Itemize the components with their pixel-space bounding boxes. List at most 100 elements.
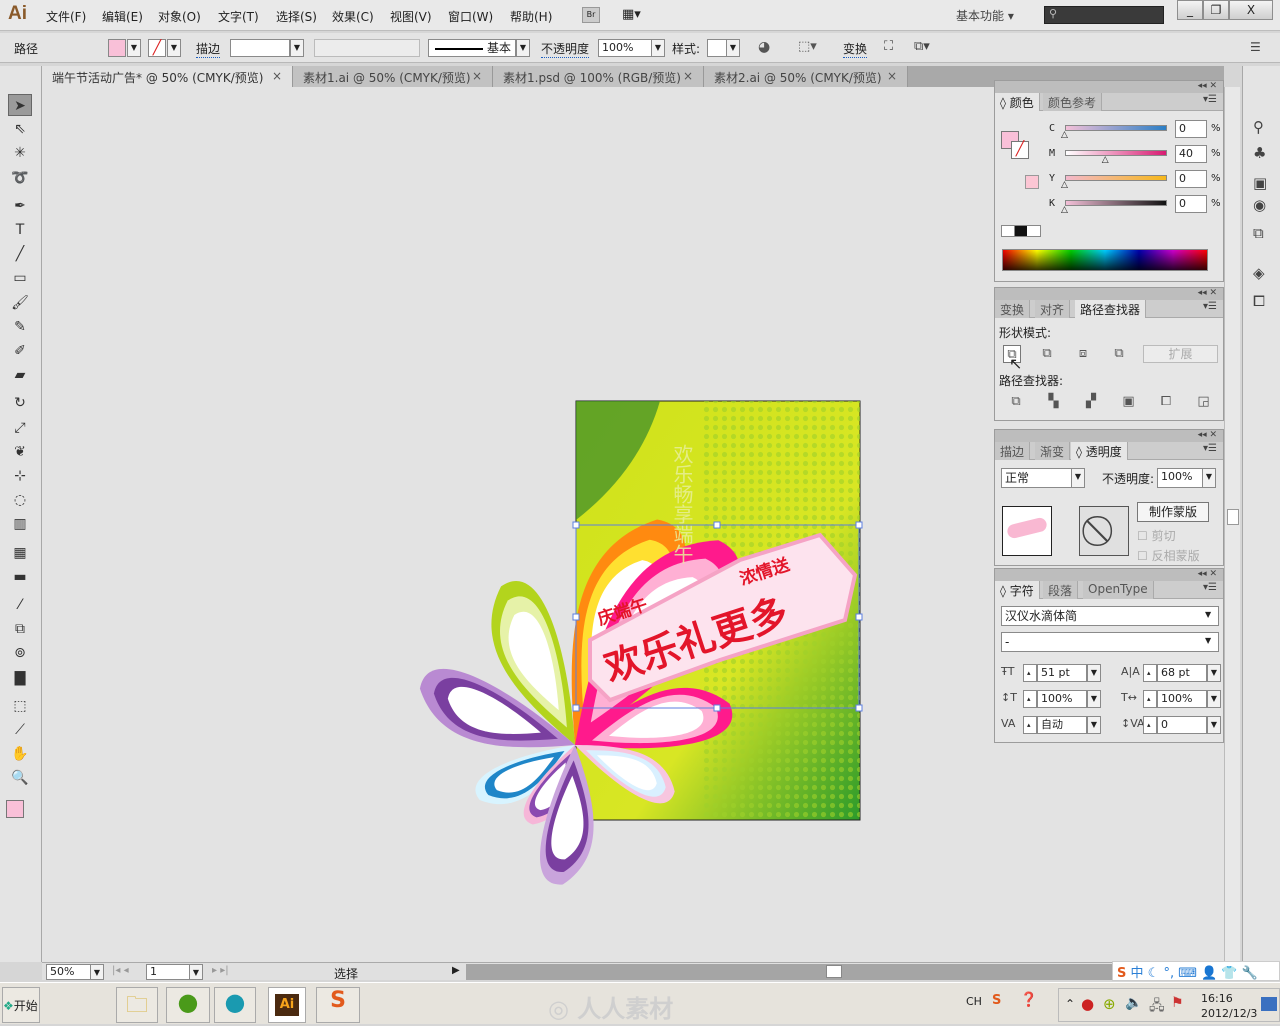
vertical-scale-stepper[interactable]: ▴ <box>1023 690 1037 708</box>
clock-time[interactable]: 16:16 <box>1201 992 1233 1005</box>
browser-taskbar-button[interactable]: ● <box>166 987 210 1023</box>
kerning-dropdown[interactable]: ▼ <box>1087 716 1101 734</box>
zoom-dropdown[interactable]: ▼ <box>90 964 104 980</box>
help-icon[interactable]: ❓ <box>1020 992 1037 1008</box>
invert-mask-checkbox[interactable]: ☐ 反相蒙版 <box>1137 547 1200 564</box>
explorer-taskbar-button[interactable]: 🗀 <box>116 987 158 1023</box>
vertical-scale-dropdown[interactable]: ▼ <box>1087 690 1101 708</box>
symbol-sprayer-tool-icon[interactable]: ⊚ <box>8 642 32 664</box>
links-icon[interactable]: ⧠ <box>1253 292 1265 310</box>
layers-icon[interactable]: ◈ <box>1253 264 1265 282</box>
panel-menu-icon[interactable]: ▾☰ <box>1203 301 1217 312</box>
channel-value-input[interactable]: 0 <box>1175 195 1207 213</box>
none-black-white-swatches[interactable] <box>1001 225 1041 237</box>
status-menu-arrow[interactable]: ▶ <box>452 965 460 976</box>
horizontal-scrollbar[interactable] <box>466 964 1224 980</box>
symbols-icon[interactable]: ♣ <box>1253 144 1266 162</box>
menu-item[interactable]: 帮助(H) <box>510 8 552 25</box>
opacity-label[interactable]: 不透明度 <box>541 40 590 58</box>
fill-swatch[interactable] <box>108 39 126 57</box>
restore-button[interactable]: ❐ <box>1203 0 1229 20</box>
blend-mode-select[interactable]: 正常 <box>1001 468 1073 488</box>
minus-back-button[interactable]: ◲ <box>1195 393 1213 411</box>
font-size-dropdown[interactable]: ▼ <box>1087 664 1101 682</box>
gradient-tool-icon[interactable]: ▬ <box>8 566 32 588</box>
action-center-icon[interactable]: ⚑ <box>1171 995 1184 1011</box>
ime-toolbar[interactable]: S 中 ☾ °, ⌨ 👤 👕 🔧 <box>1112 961 1280 981</box>
channel-value-input[interactable]: 40 <box>1175 145 1207 163</box>
illustrator-taskbar-button[interactable]: Ai <box>268 987 306 1023</box>
tab-transform[interactable]: 变换 <box>995 300 1031 318</box>
minus-front-button[interactable]: ⧉ <box>1038 345 1056 363</box>
selection-handle[interactable] <box>572 704 580 712</box>
selection-handle[interactable] <box>713 521 721 529</box>
exclude-button[interactable]: ⧉ <box>1110 345 1128 363</box>
tab-close-icon[interactable]: × <box>472 69 482 83</box>
graphic-styles-icon[interactable]: ▣ <box>1253 174 1267 192</box>
type-tool-icon[interactable]: T <box>8 219 32 241</box>
tab-close-icon[interactable]: × <box>272 69 282 83</box>
selection-handle[interactable] <box>572 521 580 529</box>
slider-thumb[interactable]: △ <box>1061 205 1068 215</box>
close-button[interactable]: X <box>1229 0 1273 20</box>
perspective-grid-tool-icon[interactable]: ▥ <box>8 513 32 535</box>
divide-button[interactable]: ⧉ <box>1007 393 1025 411</box>
warp-tool-icon[interactable]: ❦ <box>8 441 32 463</box>
tab-transparency[interactable]: ◊ 透明度 <box>1071 442 1128 460</box>
control-panel-menu-icon[interactable]: ☰ <box>1250 40 1261 54</box>
sogou-taskbar-button[interactable]: S <box>316 987 360 1023</box>
brush-definition[interactable]: 基本 <box>428 39 516 57</box>
sogou-tray-icon[interactable]: S <box>992 993 1001 1008</box>
color-spectrum[interactable] <box>1002 249 1208 271</box>
rotate-tool-icon[interactable]: ↻ <box>8 392 32 414</box>
stroke-label[interactable]: 描边 <box>196 40 221 58</box>
start-button[interactable]: ❖开始 <box>2 987 40 1023</box>
security-icon[interactable]: ⊕ <box>1103 995 1116 1013</box>
magic-wand-tool-icon[interactable]: ✳ <box>8 142 32 164</box>
variable-width-profile[interactable] <box>314 39 420 57</box>
tab-close-icon[interactable]: × <box>887 69 897 83</box>
expand-button[interactable]: 扩展 <box>1143 345 1218 363</box>
menu-item[interactable]: 文件(F) <box>46 8 86 25</box>
blob-brush-tool-icon[interactable]: ✐ <box>8 340 32 362</box>
leading-stepper[interactable]: ▴ <box>1143 664 1157 682</box>
selection-tool-icon[interactable]: ➤ <box>8 94 32 116</box>
panel-header[interactable]: ◂◂ ✕ <box>995 81 1223 93</box>
font-family-select[interactable]: 汉仪水滴体简 <box>1001 606 1219 626</box>
slider-thumb[interactable]: △ <box>1061 180 1068 190</box>
font-style-select[interactable]: - <box>1001 632 1219 652</box>
show-desktop-button[interactable] <box>1261 997 1277 1011</box>
align-to-icon[interactable]: ⬚▾ <box>798 39 817 54</box>
artboards-icon[interactable]: ⧉ <box>1253 224 1264 242</box>
blend-mode-dropdown[interactable]: ▼ <box>1071 468 1085 488</box>
tab-color[interactable]: ◊ 颜色 <box>995 93 1040 111</box>
artboard-input[interactable]: 1 <box>146 964 190 980</box>
intersect-button[interactable]: ⧈ <box>1074 345 1092 363</box>
channel-value-input[interactable]: 0 <box>1175 120 1207 138</box>
trim-button[interactable]: ▚ <box>1045 393 1063 411</box>
font-size-stepper[interactable]: ▴ <box>1023 664 1037 682</box>
bridge-button[interactable]: Br <box>582 7 600 23</box>
tab-character[interactable]: ◊ 字符 <box>995 581 1040 599</box>
menu-item[interactable]: 窗口(W) <box>448 8 493 25</box>
clip-checkbox[interactable]: ☐ 剪切 <box>1137 527 1176 544</box>
recolor-artwork-icon[interactable]: ◕ <box>758 39 770 55</box>
ime-mode[interactable]: 中 <box>1131 966 1144 981</box>
workspace-switcher[interactable]: 基本功能 ▾ <box>956 7 1014 24</box>
object-thumbnail[interactable] <box>1002 506 1052 556</box>
tab-stroke[interactable]: 描边 <box>995 442 1031 460</box>
mesh-tool-icon[interactable]: ▦ <box>8 542 32 564</box>
column-graph-tool-icon[interactable]: ▇ <box>8 667 32 689</box>
opacity-input[interactable]: 100% <box>598 39 652 57</box>
artboard-dropdown[interactable]: ▼ <box>189 964 203 980</box>
zoom-tool-icon[interactable]: 🔍 <box>8 767 32 789</box>
panel-menu-icon[interactable]: ▾☰ <box>1203 443 1217 454</box>
font-size-input[interactable]: 51 pt <box>1037 664 1087 682</box>
vertical-scrollbar[interactable] <box>1224 87 1240 962</box>
stroke-weight-input[interactable] <box>230 39 290 57</box>
document-tab[interactable]: 素材1.psd @ 100% (RGB/预览) × <box>493 66 704 87</box>
kerning-stepper[interactable]: ▴ <box>1023 716 1037 734</box>
shape-builder-tool-icon[interactable]: ◌ <box>8 489 32 511</box>
tab-align[interactable]: 对齐 <box>1035 300 1071 318</box>
channel-value-input[interactable]: 0 <box>1175 170 1207 188</box>
